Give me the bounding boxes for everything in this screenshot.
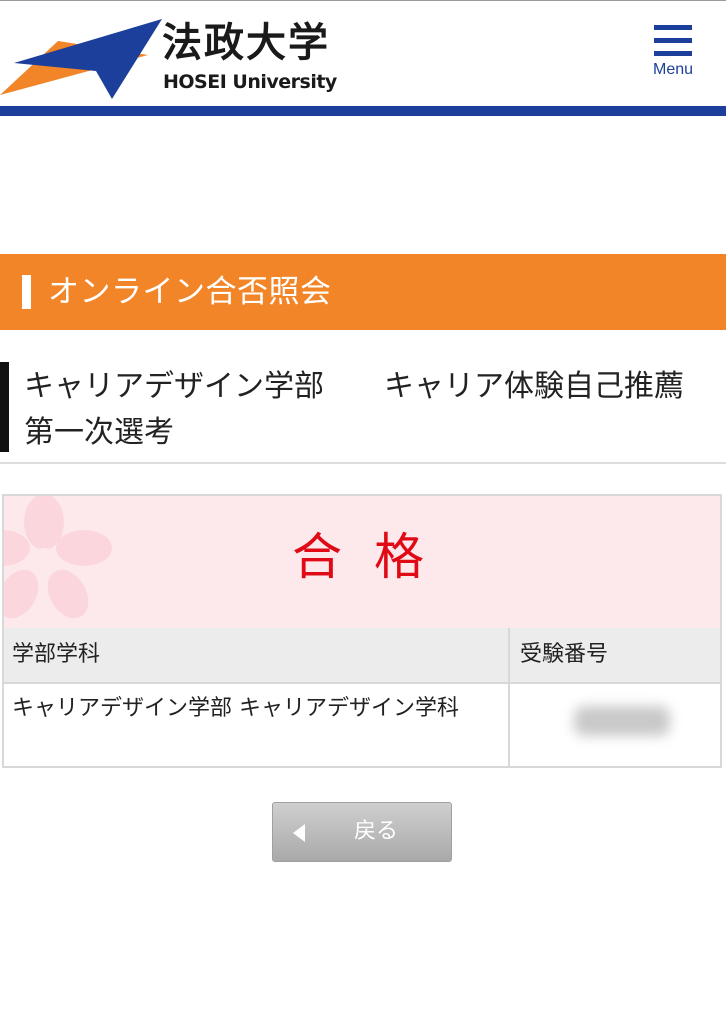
section-header: オンライン合否照会: [0, 254, 726, 330]
table-header-row: [4, 628, 720, 684]
header-divider-bar: [0, 106, 726, 116]
exam-heading: キャリアデザイン学部 キャリア体験自己推薦 第一次選考: [0, 362, 726, 462]
result-status: 合 格: [292, 528, 432, 586]
section-accent: [22, 275, 31, 309]
logo-japanese-name: 法政大学: [162, 20, 330, 66]
table-header-department: 学部学科: [12, 642, 101, 667]
logo-english-name: HOSEI University: [163, 71, 337, 93]
back-button-label: 戻る: [353, 819, 398, 844]
back-button[interactable]: 戻る: [272, 802, 452, 862]
hosei-logo-mark-icon: [0, 19, 162, 99]
hamburger-icon: [654, 25, 692, 56]
exam-heading-accent: [0, 362, 9, 452]
menu-button[interactable]: Menu: [640, 25, 706, 89]
menu-label: Menu: [652, 61, 694, 78]
hosei-logo[interactable]: 法政大学 HOSEI University: [0, 7, 360, 103]
result-status-row: 合 格: [4, 496, 720, 630]
site-header: 法政大学 HOSEI University Menu: [0, 0, 726, 109]
department-value: キャリアデザイン学部 キャリアデザイン学科: [12, 696, 459, 721]
section-title: オンライン合否照会: [48, 274, 332, 310]
divider: [0, 462, 726, 464]
exam-title: キャリアデザイン学部 キャリア体験自己推薦 第一次選考: [24, 369, 714, 450]
column-divider: [508, 628, 510, 766]
table-header-exam-number: 受験番号: [520, 642, 609, 667]
exam-number-redacted: [574, 706, 670, 736]
result-table: 合 格 学部学科 受験番号 キャリアデザイン学部 キャリアデザイン学科: [2, 494, 722, 768]
